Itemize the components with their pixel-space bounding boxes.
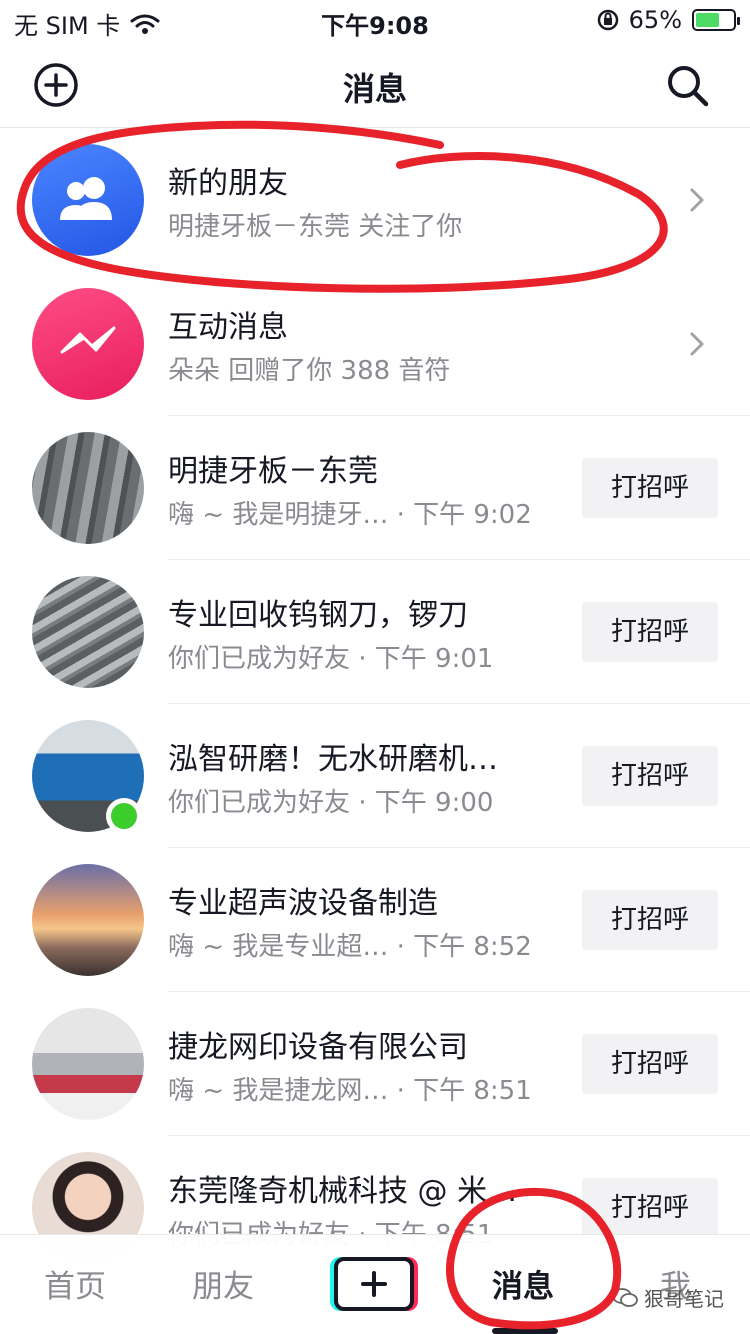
user-avatar[interactable] [32, 432, 144, 544]
chevron-right-icon [690, 188, 704, 212]
home-indicator [492, 1328, 558, 1334]
greet-button[interactable]: 打招呼 [582, 890, 718, 950]
people-icon [60, 177, 112, 220]
conversation-name: 泓智研磨！无水研磨机… [168, 742, 498, 777]
new-friends-item[interactable]: 新的朋友 明捷牙板－东莞 关注了你 [0, 128, 750, 272]
conversation-name: 专业超声波设备制造 [168, 886, 438, 921]
conversation-item[interactable]: 专业回收钨钢刀，锣刀 你们已成为好友 · 下午 9:01 打招呼 [0, 560, 750, 704]
friends-avatar [32, 144, 144, 256]
orientation-lock-icon [597, 9, 618, 31]
status-bar: 无 SIM 卡 下午9:08 65% [0, 0, 750, 40]
watermark: 狠哥笔记 [612, 1283, 724, 1312]
conversation-preview: 你们已成为好友 · 下午 9:00 [168, 788, 494, 818]
header: 消息 [0, 40, 750, 128]
wechat-icon [612, 1287, 638, 1307]
greet-button[interactable]: 打招呼 [582, 458, 718, 518]
conversation-item[interactable]: 专业超声波设备制造 嗨 ~ 我是专业超… · 下午 8:52 打招呼 [0, 848, 750, 992]
watermark-text: 狠哥笔记 [644, 1287, 724, 1311]
create-button[interactable] [334, 1257, 414, 1311]
page-title: 消息 [342, 70, 407, 108]
messenger-bolt-icon [60, 326, 116, 354]
interaction-avatar [32, 288, 144, 400]
conversation-preview: 你们已成为好友 · 下午 9:01 [168, 644, 494, 674]
item-subtitle: 明捷牙板－东莞 关注了你 [168, 212, 463, 242]
greet-button[interactable]: 打招呼 [582, 746, 718, 806]
tab-friends[interactable]: 朋友 [192, 1261, 254, 1306]
conversation-preview: 嗨 ~ 我是明捷牙… · 下午 9:02 [168, 500, 532, 530]
item-title: 新的朋友 [168, 166, 288, 201]
online-status-dot [106, 798, 142, 834]
message-list: 新的朋友 明捷牙板－东莞 关注了你 互动消息 朵朵 回赠了你 388 音符 明捷… [0, 128, 750, 1280]
conversation-name: 捷龙网印设备有限公司 [168, 1030, 468, 1065]
user-avatar[interactable] [32, 864, 144, 976]
conversation-name: 专业回收钨钢刀，锣刀 [168, 598, 468, 633]
battery-percent: 65% [628, 6, 682, 34]
status-right: 65% [597, 6, 740, 34]
conversation-item[interactable]: 捷龙网印设备有限公司 嗨 ~ 我是捷龙网… · 下午 8:51 打招呼 [0, 992, 750, 1136]
greet-button[interactable]: 打招呼 [582, 602, 718, 662]
conversation-preview: 嗨 ~ 我是专业超… · 下午 8:52 [168, 932, 532, 962]
interaction-messages-item[interactable]: 互动消息 朵朵 回赠了你 388 音符 [0, 272, 750, 416]
plus-icon [361, 1271, 387, 1297]
tab-messages[interactable]: 消息 [492, 1261, 554, 1306]
greet-button[interactable]: 打招呼 [582, 1178, 718, 1238]
conversation-item[interactable]: 明捷牙板－东莞 嗨 ~ 我是明捷牙… · 下午 9:02 打招呼 [0, 416, 750, 560]
conversation-name: 明捷牙板－东莞 [168, 454, 378, 489]
tab-home[interactable]: 首页 [44, 1261, 106, 1306]
user-avatar[interactable] [32, 1008, 144, 1120]
conversation-preview: 嗨 ~ 我是捷龙网… · 下午 8:51 [168, 1076, 532, 1106]
battery-level [696, 13, 720, 27]
greet-button[interactable]: 打招呼 [582, 1034, 718, 1094]
user-avatar[interactable] [32, 576, 144, 688]
conversation-item[interactable]: 泓智研磨！无水研磨机… 你们已成为好友 · 下午 9:00 打招呼 [0, 704, 750, 848]
conversation-name: 东莞隆奇机械科技 @ 米… [168, 1174, 518, 1209]
battery-icon [692, 9, 740, 31]
chevron-right-icon [690, 332, 704, 356]
search-icon[interactable] [664, 62, 710, 108]
item-title: 互动消息 [168, 310, 288, 345]
item-subtitle: 朵朵 回赠了你 388 音符 [168, 356, 451, 386]
